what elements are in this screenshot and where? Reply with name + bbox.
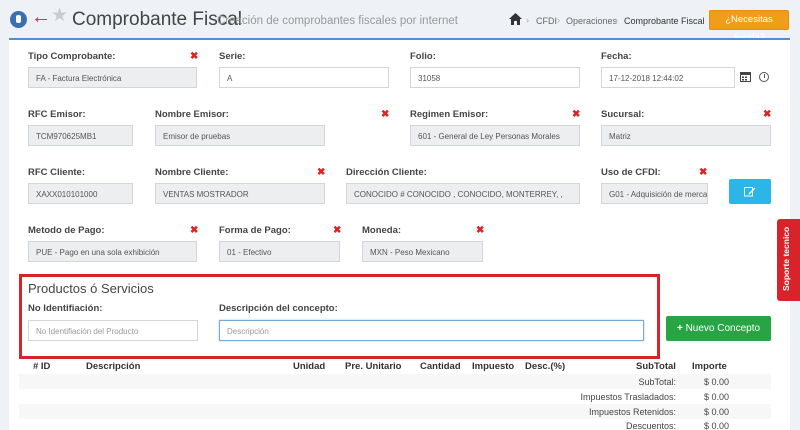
th-descripcion: Descripción [86,361,141,372]
uso-cfdi-label: Uso de CFDI: [601,167,661,178]
home-icon[interactable] [509,13,522,25]
regimen-emisor-field[interactable]: 601 - General de Ley Personas Morales [410,125,580,146]
breadcrumb-comprobante: Comprobante Fiscal [624,16,705,26]
uso-cfdi-field[interactable]: G01 - Adquisición de merca [601,183,708,204]
breadcrumb-separator: › [615,15,618,25]
edit-icon [744,187,756,197]
soporte-tecnico-tab[interactable]: Soporte tecnico [777,219,800,301]
th-precio-unitario: Pre. Unitario [345,361,402,372]
no-identificacion-input[interactable]: No Identifiación del Producto [28,320,198,341]
sucursal-label: Sucursal: [601,109,645,120]
rfc-cliente-field[interactable]: XAXX010101000 [28,183,133,204]
close-icon[interactable]: ✖ [699,167,707,178]
subtotal-value: $ 0.00 [704,377,730,387]
calendar-icon[interactable] [740,71,751,82]
impuestos-trasladados-label: Impuestos Trasladados: [580,392,676,402]
star-icon[interactable]: ★ [51,6,68,26]
moneda-label: Moneda: [362,225,402,236]
tipo-comprobante-label: Tipo Comprobante: [28,51,116,62]
serie-label: Serie: [219,51,246,62]
impuestos-trasladados-value: $ 0.00 [704,392,730,402]
rfc-emisor-label: RFC Emisor: [28,109,86,120]
descuentos-label: Descuentos: [625,421,676,430]
close-icon[interactable]: ✖ [381,109,389,120]
help-button[interactable]: ¿Necesitas Ayuda? [709,10,789,43]
plus-icon: + [676,323,683,334]
folio-field[interactable]: 31058 [410,67,580,88]
close-icon[interactable]: ✖ [763,109,771,120]
page-subtitle: Creación de comprobantes fiscales por in… [217,15,458,27]
no-identificacion-label: No Identifiación: [28,303,103,314]
fecha-field[interactable]: 17-12-2018 12:44:02 [601,67,735,88]
tipo-comprobante-field[interactable]: FA - Factura Electrónica [28,67,197,88]
folio-label: Folio: [410,51,436,62]
breadcrumb-cfdi[interactable]: CFDI [536,16,557,26]
th-subtotal: SubTotal [636,361,676,372]
nuevo-concepto-button[interactable]: + Nuevo Concepto [666,316,771,341]
breadcrumb-separator: › [526,15,529,25]
forma-pago-label: Forma de Pago: [219,225,291,236]
th-cantidad: Cantidad [420,361,461,372]
nuevo-concepto-label: Nuevo Concepto [685,323,761,334]
forma-pago-field[interactable]: 01 - Efectivo [219,241,340,262]
metodo-pago-label: Metodo de Pago: [28,225,105,236]
th-importe: Importe [692,361,727,372]
regimen-emisor-label: Regimen Emisor: [410,109,489,120]
nombre-emisor-field[interactable]: Emisor de pruebas [155,125,325,146]
impuestos-retenidos-value: $ 0.00 [704,407,730,417]
th-id: # ID [33,361,51,372]
fecha-label: Fecha: [601,51,632,62]
descripcion-concepto-input[interactable]: Descripción [219,320,644,341]
close-icon[interactable]: ✖ [333,225,341,236]
direccion-cliente-field[interactable]: CONOCIDO # CONOCIDO , CONOCIDO, MONTERRE… [346,183,580,204]
breadcrumb-separator: › [557,15,560,25]
edit-button[interactable] [729,179,771,204]
impuestos-retenidos-label: Impuestos Retenidos: [588,407,676,417]
rfc-cliente-label: RFC Cliente: [28,167,85,178]
nombre-emisor-label: Nombre Emisor: [155,109,229,120]
pin-icon[interactable] [10,11,27,28]
clock-icon[interactable] [759,72,769,82]
moneda-field[interactable]: MXN - Peso Mexicano [362,241,483,262]
productos-title: Productos ó Servicios [28,281,154,296]
nombre-cliente-field[interactable]: VENTAS MOSTRADOR [155,183,325,204]
descuentos-value: $ 0.00 [704,421,730,430]
soporte-tecnico-label: Soporte tecnico [781,226,791,291]
close-icon[interactable]: ✖ [190,225,198,236]
th-unidad: Unidad [293,361,326,372]
close-icon[interactable]: ✖ [317,167,325,178]
breadcrumb-operaciones[interactable]: Operaciones [566,16,617,26]
serie-field[interactable]: A [219,67,389,88]
subtotal-label: SubTotal: [638,377,676,387]
th-impuesto: Impuesto [472,361,515,372]
nombre-cliente-label: Nombre Cliente: [155,167,229,178]
th-descuento: Desc.(%) [525,361,566,372]
close-icon[interactable]: ✖ [572,109,580,120]
descripcion-concepto-label: Descripción del concepto: [219,303,338,314]
metodo-pago-field[interactable]: PUE - Pago en una sola exhibición [28,241,197,262]
top-bar: ← ★ Comprobante Fiscal Creación de compr… [0,0,800,43]
close-icon[interactable]: ✖ [190,51,198,62]
close-icon[interactable]: ✖ [476,225,484,236]
direccion-cliente-label: Dirección Cliente: [346,167,427,178]
sucursal-field[interactable]: Matriz [601,125,771,146]
back-arrow-icon[interactable]: ← [31,7,51,27]
rfc-emisor-field[interactable]: TCM970625MB1 [28,125,133,146]
